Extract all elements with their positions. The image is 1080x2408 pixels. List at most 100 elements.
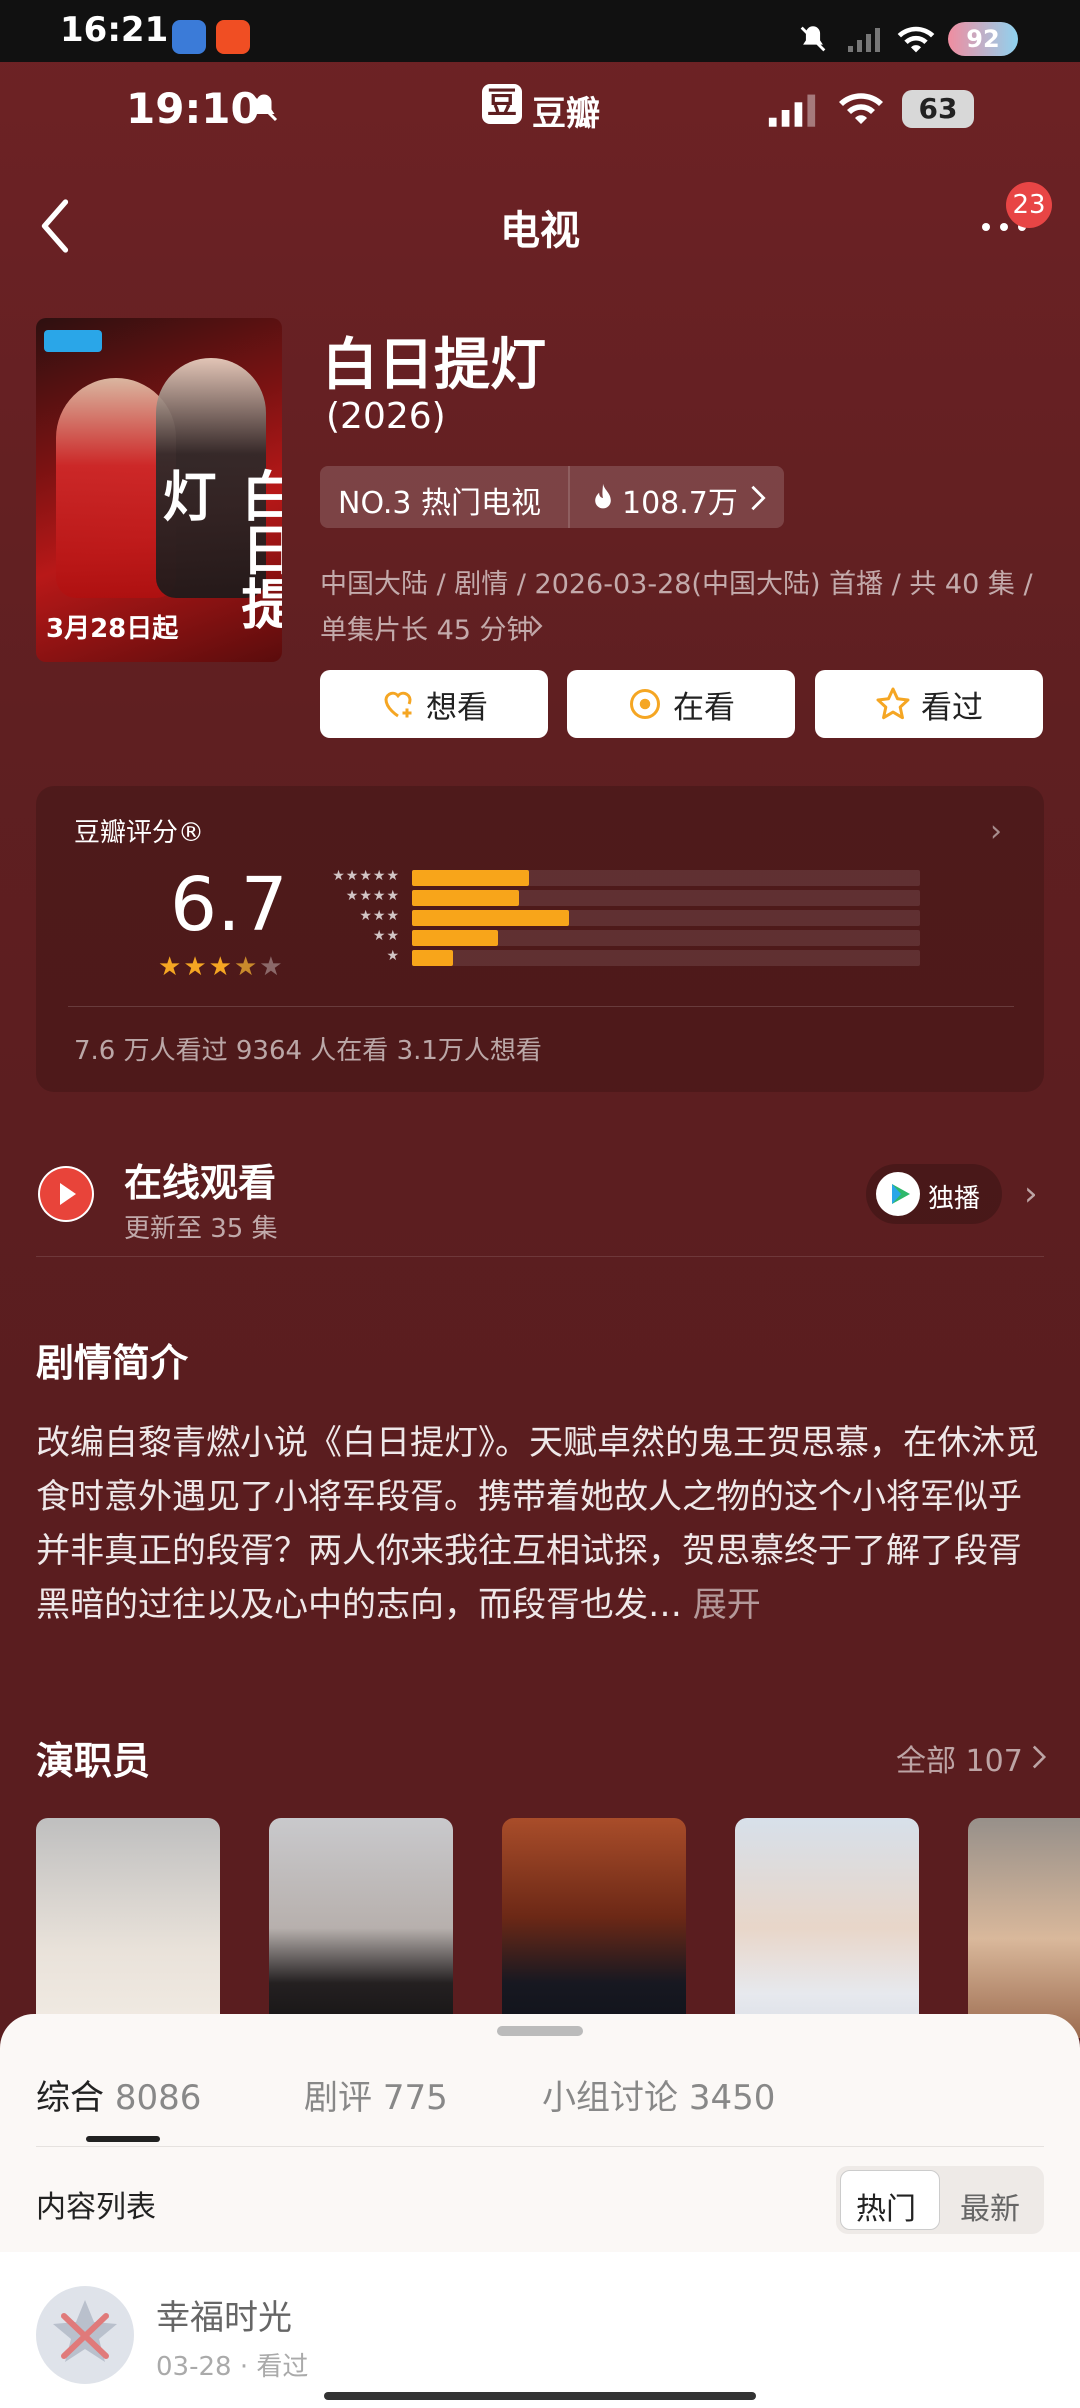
distribution-stars-label: ★★★★ — [345, 888, 400, 904]
tab-group-discussion[interactable]: 小组讨论 3450 — [542, 2070, 775, 2119]
app-notification-icon — [172, 20, 206, 54]
list-item-meta: 03-28 · 看过 — [156, 2352, 309, 2382]
flame-icon — [595, 483, 611, 509]
chevron-right-icon: › — [990, 814, 1002, 849]
system-battery: 92 — [948, 22, 1018, 56]
distribution-bar-fill — [412, 910, 569, 926]
rating-star: ★ — [208, 952, 234, 982]
chevron-right-icon — [1032, 1745, 1047, 1769]
list-item-name: 幸福时光 — [156, 2298, 292, 2338]
distribution-bar-fill — [412, 870, 529, 886]
home-indicator — [324, 2392, 756, 2400]
want-label: 想看 — [426, 689, 488, 726]
rank-divider — [568, 466, 570, 528]
poster-date: 3月28日起 — [46, 614, 179, 644]
heat-value: 108.7万 — [622, 486, 738, 521]
distribution-stars-label: ★ — [386, 948, 400, 964]
tab-label: 小组讨论 — [542, 2078, 678, 2118]
distribution-bar-fill — [412, 890, 519, 906]
rating-star: ★ — [259, 952, 285, 982]
want-to-watch-button[interactable]: 想看 — [320, 670, 548, 738]
tab-count: 775 — [382, 2078, 448, 2118]
chevron-right-icon — [751, 485, 766, 511]
mute-icon — [800, 26, 826, 52]
cell-signal-icon — [768, 94, 816, 127]
tab-reviews[interactable]: 剧评 775 — [304, 2070, 448, 2119]
watching-button[interactable]: 在看 — [567, 670, 795, 738]
tab-active-indicator — [86, 2136, 160, 2142]
system-status-bar: 16:21 92 — [0, 0, 1080, 62]
cast-card[interactable] — [735, 1818, 919, 2038]
rating-score: 6.7 — [170, 862, 288, 948]
rating-star: ★ — [233, 952, 260, 982]
sheet-divider — [36, 2146, 1044, 2147]
mute-icon — [250, 94, 278, 122]
cast-all-link[interactable]: 全部 107 — [896, 1736, 1023, 1780]
star-icon — [876, 687, 910, 720]
system-time: 16:21 — [60, 10, 169, 50]
avatar — [36, 2286, 134, 2384]
chevron-right-icon — [530, 615, 543, 637]
cast-title: 演职员 — [36, 1739, 151, 1783]
synopsis-text: 改编自黎青燃小说《白日提灯》。天赋卓然的鬼王贺思慕，在休沐觅食时意外遇见了小将军… — [36, 1416, 1046, 1632]
distribution-stars-label: ★★★ — [359, 908, 400, 924]
sheet-grabber[interactable] — [497, 2026, 583, 2036]
cast-card[interactable] — [502, 1818, 686, 2038]
tab-label: 剧评 — [304, 2078, 372, 2118]
tab-overview[interactable]: 综合 8086 — [36, 2070, 201, 2119]
cast-card[interactable] — [36, 1818, 220, 2038]
rating-star: ★ — [183, 952, 209, 982]
rating-label: 豆瓣评分® — [74, 818, 205, 848]
rating-stars: ★★★★★ — [158, 952, 285, 982]
page-title: 电视 — [500, 208, 580, 254]
notification-badge: 23 — [1006, 182, 1052, 228]
distribution-bar-track — [412, 950, 920, 966]
tab-count: 3450 — [688, 2078, 776, 2118]
expand-link[interactable]: 展开 — [693, 1585, 761, 1625]
app-notification-icon — [216, 20, 250, 54]
show-meta-runtime: 单集片长 45 分钟 — [320, 615, 534, 646]
tencent-video-logo-icon — [44, 330, 102, 352]
rating-divider — [68, 1006, 1014, 1007]
distribution-bar-fill — [412, 930, 498, 946]
page: 16:21 92 19:10 豆 豆瓣 63 电视 23 白日提灯 3月28日起… — [0, 0, 1080, 2408]
play-icon[interactable] — [38, 1166, 94, 1222]
chevron-right-icon[interactable]: › — [1024, 1174, 1038, 1214]
wifi-icon — [839, 93, 883, 124]
watching-label: 在看 — [673, 689, 735, 726]
show-poster[interactable]: 白日提灯 3月28日起 — [36, 318, 282, 662]
tab-count: 8086 — [114, 2078, 202, 2118]
target-icon — [630, 689, 660, 719]
play-triangle-icon — [40, 1168, 92, 1220]
rating-stats: 7.6 万人看过 9364 人在看 3.1万人想看 — [74, 1036, 542, 1066]
cast-card[interactable] — [968, 1818, 1080, 2038]
avatar-placeholder-icon — [53, 2300, 117, 2362]
tab-label: 综合 — [36, 2078, 104, 2118]
wifi-icon — [897, 26, 935, 53]
show-meta: 中国大陆 / 剧情 / 2026-03-28(中国大陆) 首播 / 共 40 集… — [320, 569, 1033, 600]
synopsis-title: 剧情简介 — [36, 1341, 189, 1385]
synopsis-body: 改编自黎青燃小说《白日提灯》。天赋卓然的鬼王贺思慕，在休沐觅食时意外遇见了小将军… — [36, 1423, 1039, 1625]
show-title: 白日提灯 — [322, 333, 546, 398]
watch-online-title[interactable]: 在线观看 — [124, 1152, 276, 1207]
watched-label: 看过 — [921, 689, 983, 726]
sort-hot-label: 热门 — [856, 2192, 916, 2227]
app-name: 豆瓣 — [532, 94, 600, 134]
cell-signal-icon — [848, 28, 880, 52]
tencent-video-icon — [876, 1172, 920, 1216]
douban-logo-icon: 豆 — [482, 84, 522, 124]
cast-card[interactable] — [269, 1818, 453, 2038]
app-battery: 63 — [902, 90, 974, 128]
rank-text: NO.3 热门电视 — [338, 486, 541, 521]
watch-online-subtitle: 更新至 35 集 — [124, 1214, 278, 1244]
heart-plus-icon — [384, 691, 412, 718]
rating-star: ★ — [158, 952, 184, 982]
sort-new-button[interactable]: 最新 — [960, 2184, 1020, 2228]
distribution-stars-label: ★★★★★ — [332, 868, 400, 884]
content-list-label: 内容列表 — [36, 2190, 156, 2225]
watched-button[interactable]: 看过 — [815, 670, 1043, 738]
section-divider — [36, 1256, 1044, 1257]
show-year: (2026) — [326, 396, 446, 437]
distribution-bar-fill — [412, 950, 453, 966]
distribution-stars-label: ★★ — [372, 928, 400, 944]
